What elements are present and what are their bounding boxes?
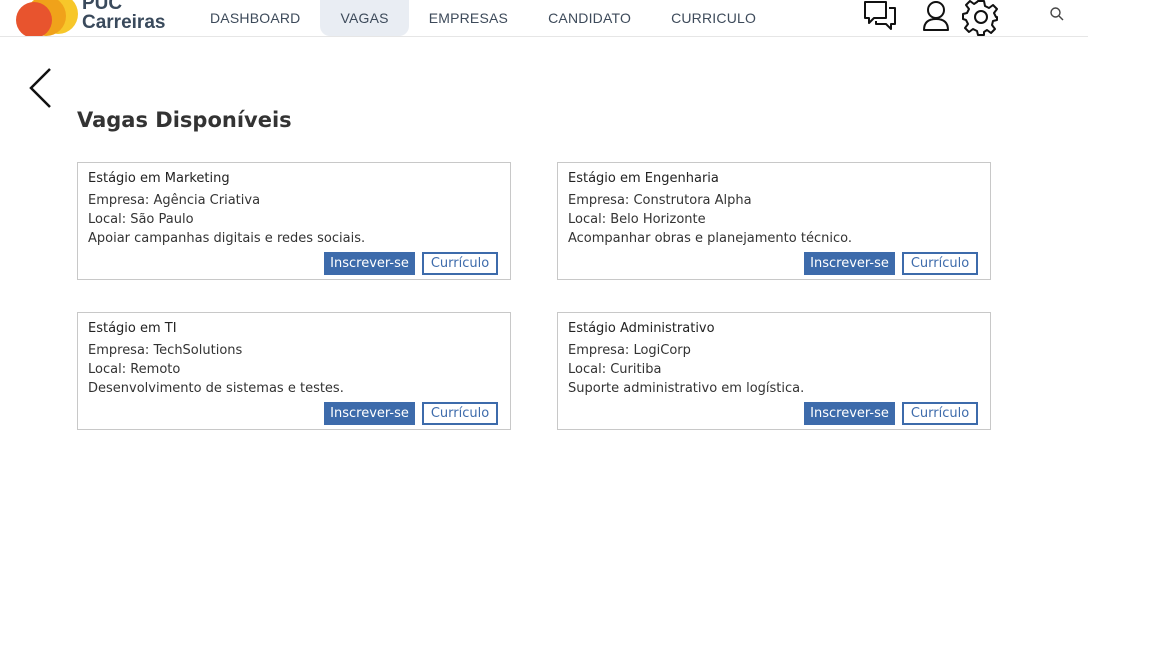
page-title: Vagas Disponíveis: [77, 108, 292, 132]
nav-item-candidato[interactable]: CANDIDATO: [528, 0, 651, 36]
nav-item-dashboard[interactable]: DASHBOARD: [190, 0, 320, 36]
top-navbar: PUC Carreiras DASHBOARD VAGAS EMPRESAS C…: [0, 0, 1088, 37]
settings-icon[interactable]: [962, 0, 1000, 36]
job-card: Estágio em Marketing Empresa: Agência Cr…: [77, 162, 511, 280]
job-card: Estágio em Engenharia Empresa: Construto…: [557, 162, 991, 280]
apply-button[interactable]: Inscrever-se: [804, 252, 895, 275]
resume-button[interactable]: Currículo: [902, 402, 978, 425]
job-description: Suporte administrativo em logística.: [568, 381, 805, 396]
job-title: Estágio em TI: [88, 321, 177, 336]
user-icon[interactable]: [920, 0, 952, 32]
apply-button[interactable]: Inscrever-se: [804, 402, 895, 425]
job-location: Local: São Paulo: [88, 212, 194, 227]
job-company: Empresa: Construtora Alpha: [568, 193, 752, 208]
job-company: Empresa: LogiCorp: [568, 343, 691, 358]
main-nav: DASHBOARD VAGAS EMPRESAS CANDIDATO CURRI…: [190, 0, 776, 36]
job-card: Estágio Administrativo Empresa: LogiCorp…: [557, 312, 991, 430]
brand-name: PUC Carreiras: [82, 0, 165, 32]
chat-icon[interactable]: [862, 0, 898, 32]
resume-button[interactable]: Currículo: [902, 252, 978, 275]
job-location: Local: Remoto: [88, 362, 181, 377]
job-location: Local: Curitiba: [568, 362, 662, 377]
back-arrow-icon[interactable]: [26, 66, 58, 110]
job-description: Acompanhar obras e planejamento técnico.: [568, 231, 852, 246]
nav-item-curriculo[interactable]: CURRICULO: [651, 0, 776, 36]
job-title: Estágio em Engenharia: [568, 171, 719, 186]
apply-button[interactable]: Inscrever-se: [324, 402, 415, 425]
job-company: Empresa: TechSolutions: [88, 343, 243, 358]
job-location: Local: Belo Horizonte: [568, 212, 706, 227]
job-title: Estágio em Marketing: [88, 171, 230, 186]
resume-button[interactable]: Currículo: [422, 402, 498, 425]
nav-item-empresas[interactable]: EMPRESAS: [409, 0, 528, 36]
nav-item-vagas[interactable]: VAGAS: [320, 0, 409, 36]
job-description: Desenvolvimento de sistemas e testes.: [88, 381, 344, 396]
search-icon[interactable]: [1049, 6, 1065, 22]
apply-button[interactable]: Inscrever-se: [324, 252, 415, 275]
resume-button[interactable]: Currículo: [422, 252, 498, 275]
job-company: Empresa: Agência Criativa: [88, 193, 261, 208]
job-card: Estágio em TI Empresa: TechSolutions Loc…: [77, 312, 511, 430]
job-description: Apoiar campanhas digitais e redes sociai…: [88, 231, 366, 246]
brand-line-2: Carreiras: [82, 12, 166, 33]
job-title: Estágio Administrativo: [568, 321, 715, 336]
